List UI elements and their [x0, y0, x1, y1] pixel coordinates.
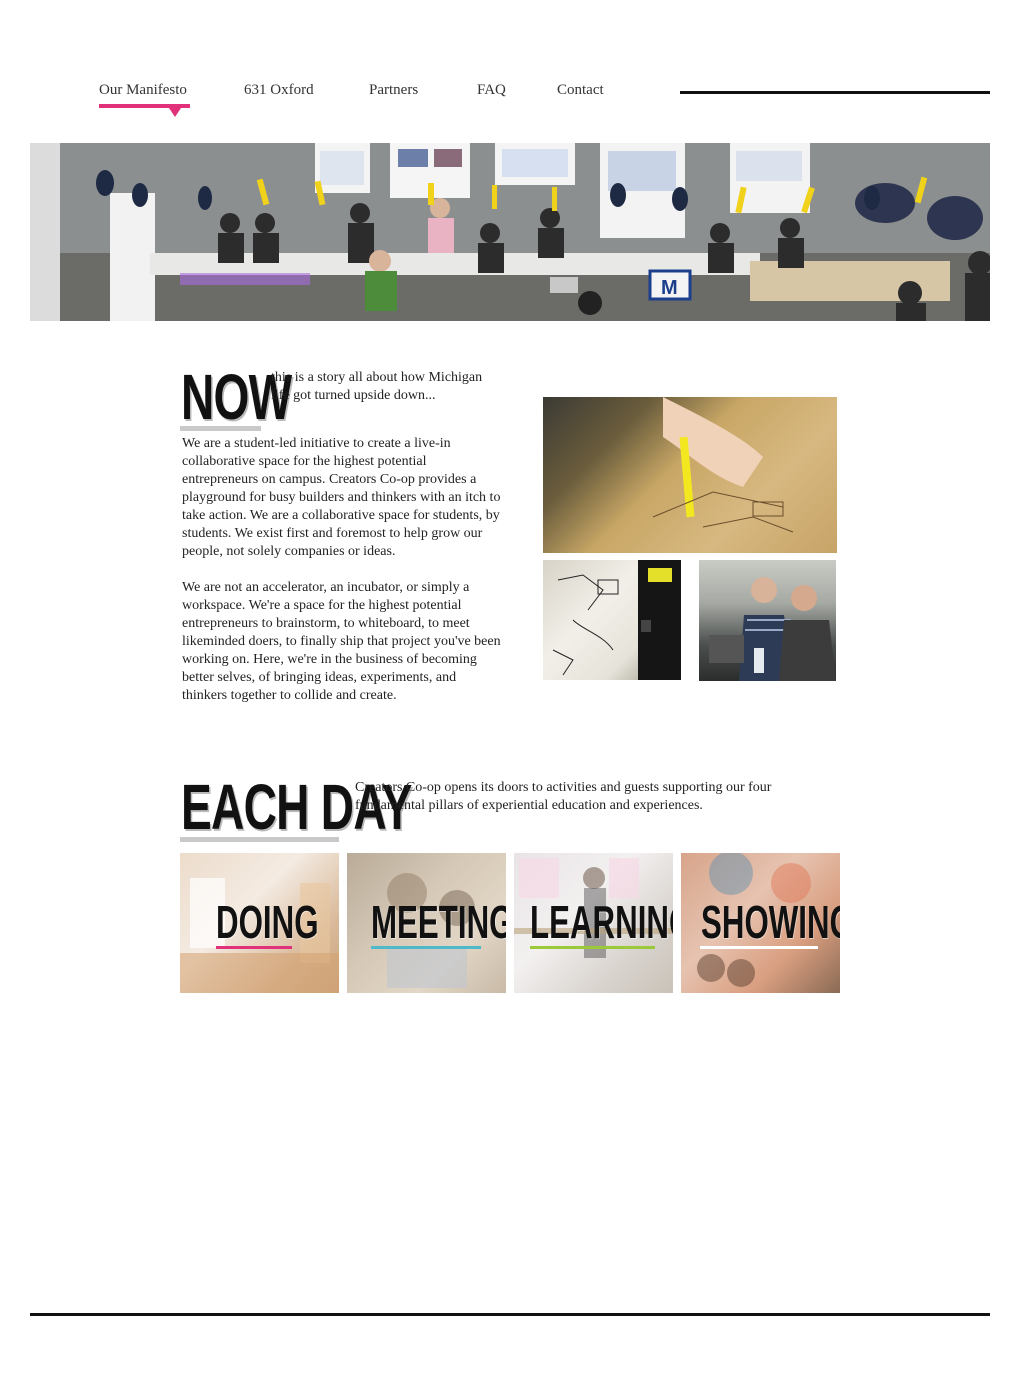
header-divider [680, 91, 990, 94]
now-paragraph-1: We are a student-led initiative to creat… [182, 436, 501, 559]
hero-banner-photo: M [30, 143, 990, 321]
nav-item-631-oxford[interactable]: 631 Oxford [244, 82, 314, 99]
pillar-doing[interactable]: DOING [180, 853, 339, 993]
photo-drawing-on-cardboard [543, 397, 837, 553]
pillar-learning-label: LEARNING [530, 896, 673, 948]
pillar-learning[interactable]: LEARNING [514, 853, 673, 993]
each-day-intro-text: Creators Co-op opens its doors to activi… [355, 780, 772, 813]
footer-divider [30, 1313, 990, 1316]
photo-students-at-laptop [699, 560, 836, 681]
now-heading-underline [180, 426, 261, 431]
nav-item-partners[interactable]: Partners [369, 82, 418, 99]
pillar-learning-accent [530, 946, 655, 949]
pillar-meeting[interactable]: MEETING [347, 853, 506, 993]
now-paragraph-2: We are not an accelerator, an incubator,… [182, 580, 501, 703]
nav-item-contact[interactable]: Contact [557, 82, 604, 99]
now-intro-text: this is a story all about how Michigan l… [271, 370, 483, 403]
nav-item-our-manifesto[interactable]: Our Manifesto [99, 82, 187, 99]
svg-text:M: M [661, 277, 678, 299]
nav-item-faq[interactable]: FAQ [477, 82, 506, 99]
each-day-heading-underline [180, 837, 339, 842]
active-nav-caret-icon [169, 108, 181, 117]
pillar-showing-label: SHOWING [701, 896, 840, 948]
pillar-showing[interactable]: SHOWING [681, 853, 840, 993]
pillar-doing-label: DOING [216, 896, 319, 948]
pillar-showing-accent [700, 946, 818, 949]
pillar-doing-accent [216, 946, 292, 949]
pillar-meeting-label: MEETING [371, 896, 506, 948]
hero-illustration: M [30, 143, 990, 321]
pillar-meeting-accent [371, 946, 481, 949]
photo-sketch-notebook [543, 560, 681, 680]
